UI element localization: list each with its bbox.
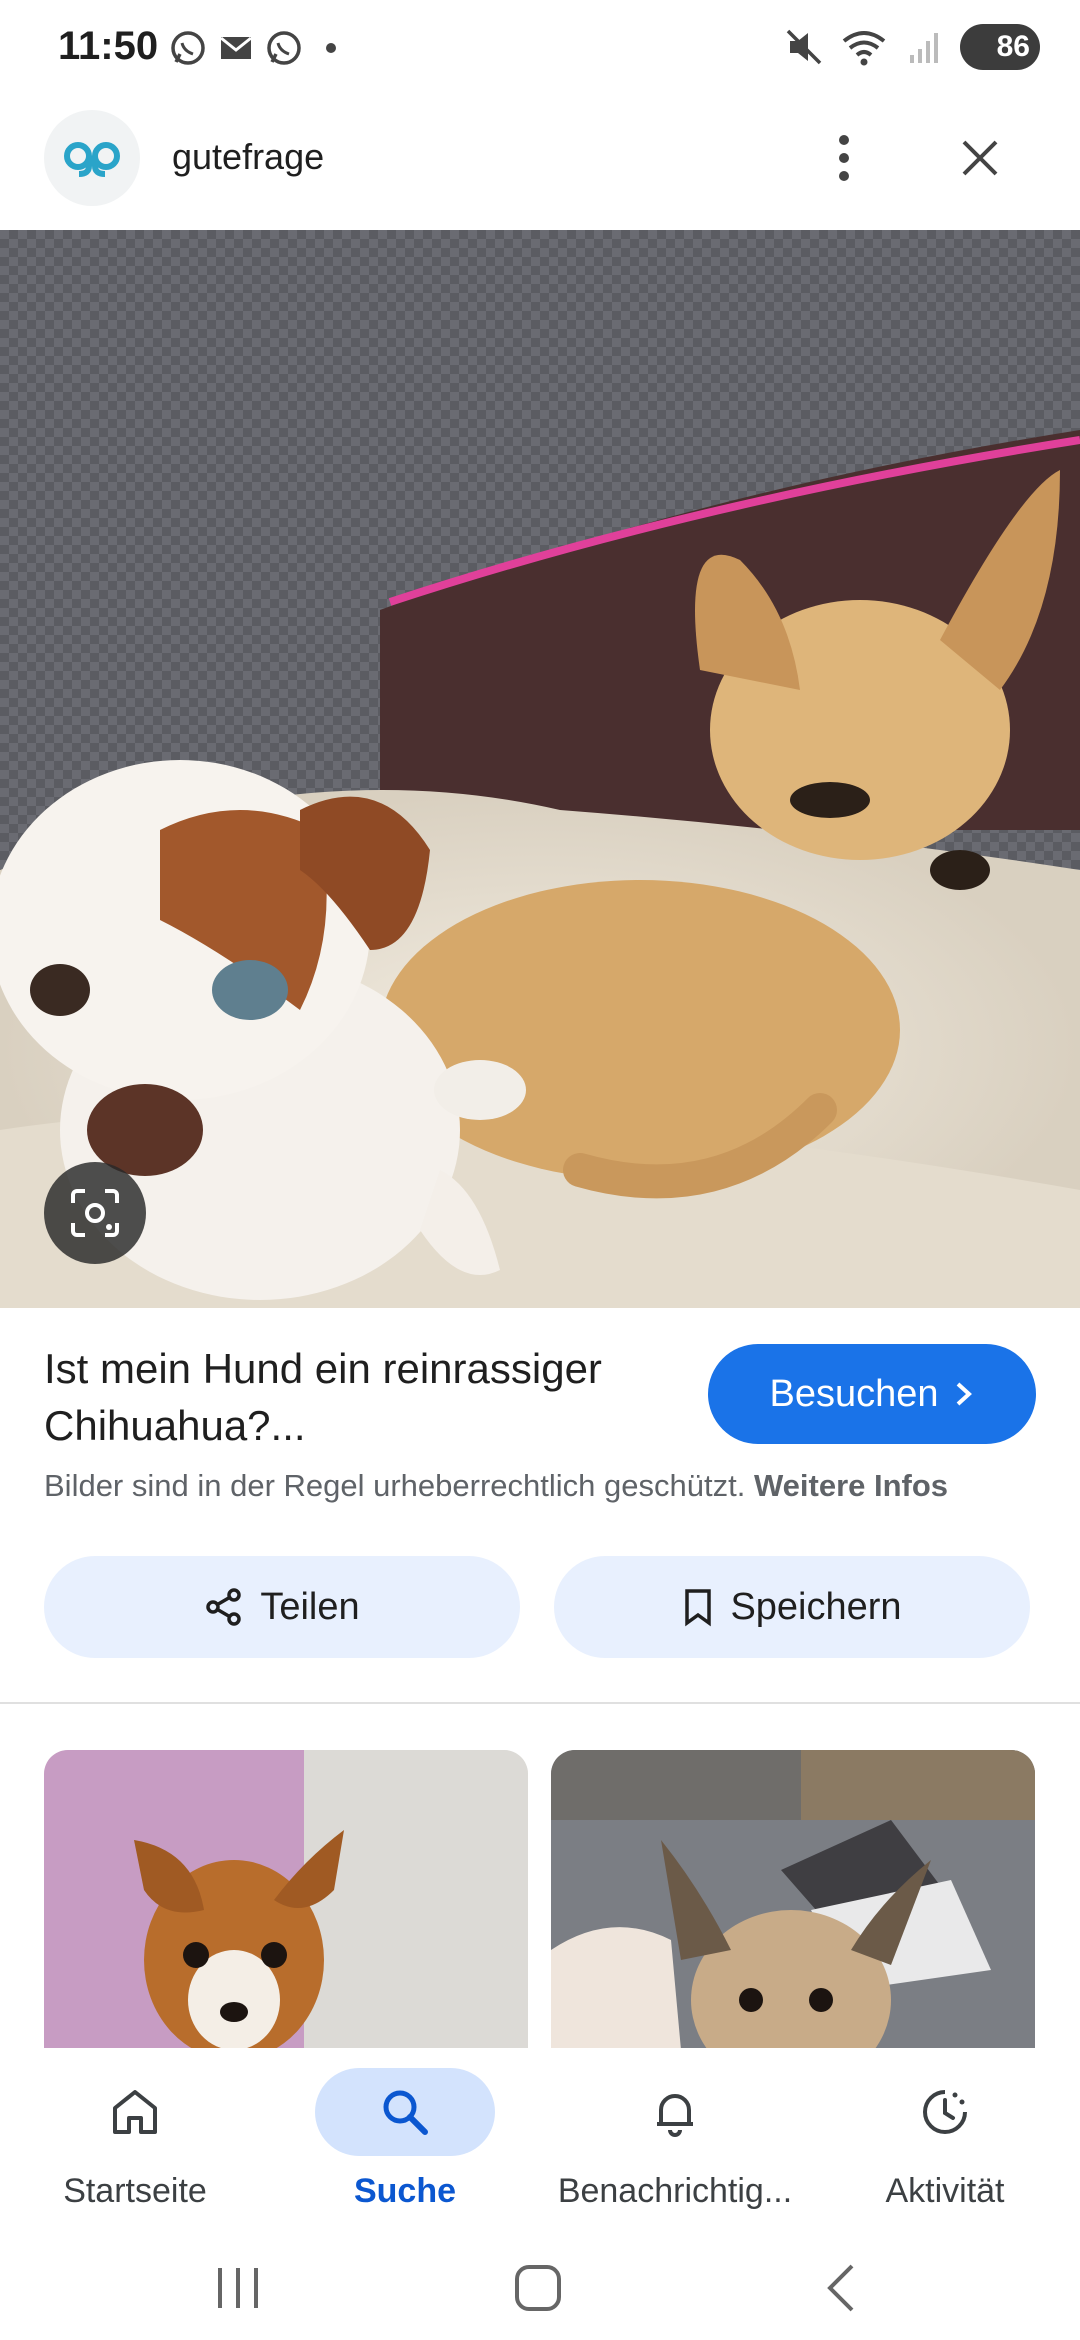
copyright-text: Bilder sind in der Regel urheberrechtlic… <box>44 1468 746 1503</box>
site-name: gutefrage <box>172 136 325 177</box>
signal-icon <box>910 33 938 63</box>
notification-icons <box>168 28 336 68</box>
site-favicon <box>44 110 140 206</box>
divider <box>0 1702 1080 1704</box>
app-bar: gutefrage <box>0 108 1080 226</box>
nav-label-benachrichtigungen: Benachrichtig... <box>557 2172 793 2210</box>
nav-label-aktivitaet: Aktivität <box>885 2172 1005 2210</box>
more-info-link[interactable]: Weitere Infos <box>754 1468 948 1503</box>
close-button[interactable] <box>950 128 1010 188</box>
nav-item-suche[interactable]: Suche <box>270 2058 540 2238</box>
save-label: Speichern <box>730 1585 902 1628</box>
visit-button-label: Besuchen <box>769 1372 939 1415</box>
more-vert-icon <box>839 135 849 181</box>
related-image-2[interactable] <box>551 1750 1035 2050</box>
chihuahua-sofa-photo <box>551 1750 1035 2050</box>
bell-icon <box>657 2094 693 2137</box>
battery-level: 86 <box>996 30 1030 63</box>
close-icon <box>962 140 998 176</box>
whatsapp-icon <box>171 31 205 65</box>
dogs-photo <box>0 230 1080 1308</box>
whatsapp-icon <box>267 31 301 65</box>
save-button[interactable]: Speichern <box>554 1556 1030 1658</box>
related-image-1[interactable] <box>44 1750 528 2050</box>
more-notifications-dot <box>326 43 336 53</box>
mail-icon <box>220 36 252 59</box>
share-label: Teilen <box>260 1585 360 1628</box>
result-title[interactable]: Ist mein Hund ein reinrassiger Chihuahua… <box>44 1340 664 1454</box>
search-icon <box>383 2090 428 2135</box>
nav-item-startseite[interactable]: Startseite <box>0 2058 270 2238</box>
nav-label-suche: Suche <box>353 2172 457 2210</box>
visit-button[interactable]: Besuchen <box>708 1344 1036 1444</box>
bookmark-icon <box>685 1589 712 1627</box>
wifi-icon <box>842 31 886 66</box>
gutefrage-logo-icon <box>64 142 120 177</box>
google-lens-icon <box>71 1189 119 1237</box>
battery-indicator: 86 <box>960 24 1040 70</box>
bottom-navigation: Startseite Suche Benachrichtig... Aktivi… <box>0 2048 1080 2248</box>
back-icon[interactable] <box>822 2262 862 2314</box>
home-button-icon[interactable] <box>512 2262 564 2314</box>
recent-apps-icon[interactable] <box>214 2264 262 2314</box>
result-image[interactable] <box>0 230 1080 1308</box>
system-icons: 86 <box>786 24 1040 70</box>
status-bar: 11:50 86 <box>0 0 1080 100</box>
mute-icon <box>786 29 822 65</box>
share-icon <box>206 1588 242 1626</box>
more-options-button[interactable] <box>814 128 874 188</box>
clock: 11:50 <box>58 24 159 68</box>
nav-item-aktivitaet[interactable]: Aktivität <box>810 2058 1080 2238</box>
system-navigation-bar <box>0 2250 1080 2340</box>
lens-button[interactable] <box>44 1162 146 1264</box>
nav-label-startseite: Startseite <box>63 2172 207 2210</box>
share-button[interactable]: Teilen <box>44 1556 520 1658</box>
nav-item-benachrichtigungen[interactable]: Benachrichtig... <box>540 2058 810 2238</box>
home-icon <box>113 2090 157 2134</box>
chevron-right-icon <box>956 1382 972 1406</box>
chihuahua-puppy-photo <box>44 1750 528 2050</box>
activity-icon <box>923 2090 967 2134</box>
copyright-notice: Bilder sind in der Regel urheberrechtlic… <box>44 1468 948 1504</box>
